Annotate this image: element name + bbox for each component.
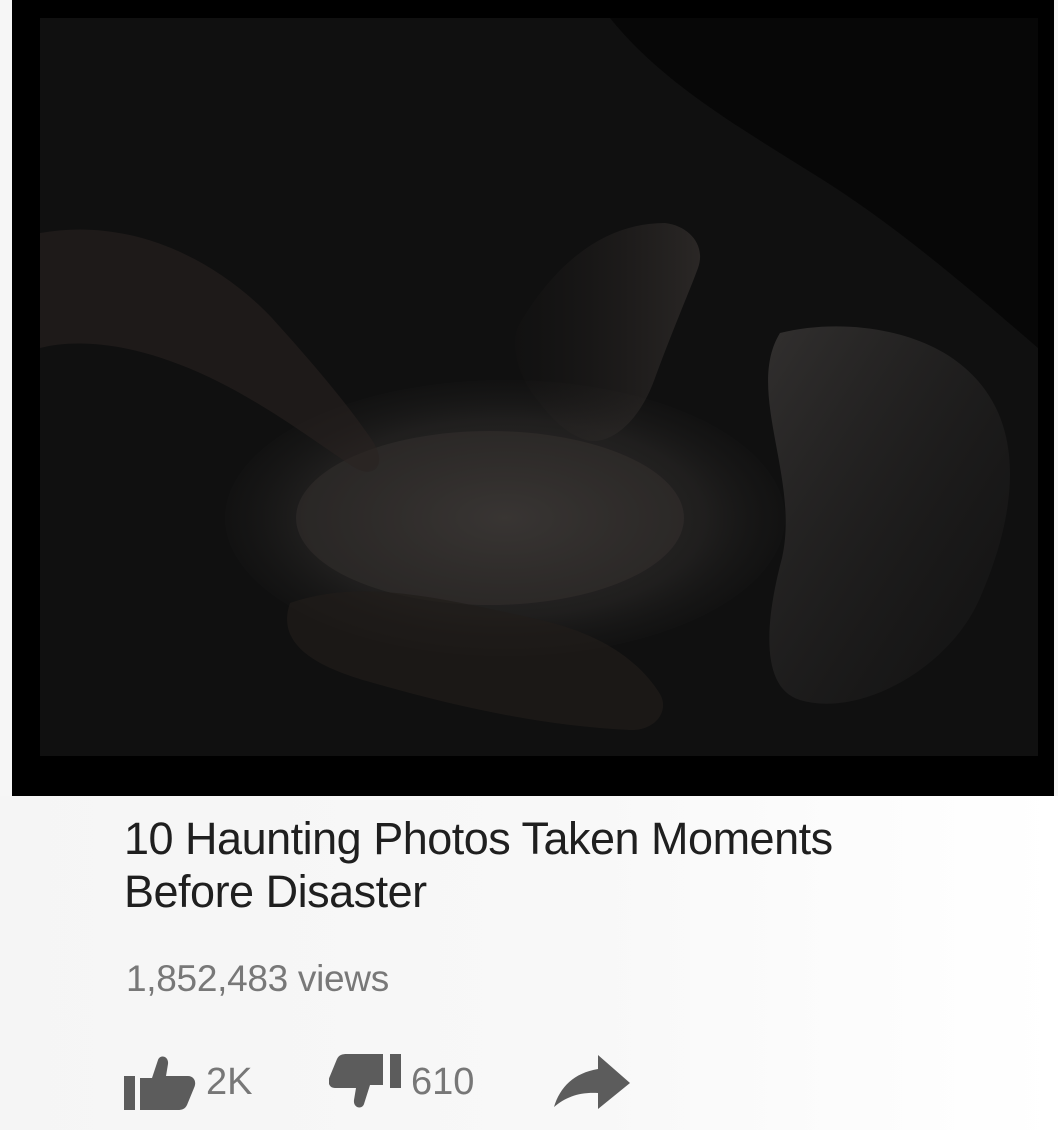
video-result-card: 10 Haunting Photos Taken Moments Before … (0, 0, 1058, 1130)
video-title[interactable]: 10 Haunting Photos Taken Moments Before … (124, 812, 884, 918)
share-button[interactable] (554, 1052, 634, 1112)
share-arrow-icon (554, 1055, 630, 1109)
video-thumbnail[interactable] (12, 0, 1054, 796)
view-count: 1,852,483 views (126, 958, 389, 999)
video-still-image (40, 18, 1038, 756)
video-meta: 10 Haunting Photos Taken Moments Before … (0, 796, 1058, 1130)
thumbs-down-icon (329, 1054, 401, 1108)
video-actions: 2K 610 (124, 1052, 644, 1112)
like-count: 2K (206, 1061, 253, 1103)
thumbs-up-icon (124, 1056, 196, 1110)
like-button[interactable]: 2K (124, 1052, 294, 1112)
dislike-count: 610 (411, 1061, 475, 1103)
dislike-button[interactable]: 610 (329, 1052, 519, 1112)
dark-photo-graphic (40, 18, 1038, 756)
